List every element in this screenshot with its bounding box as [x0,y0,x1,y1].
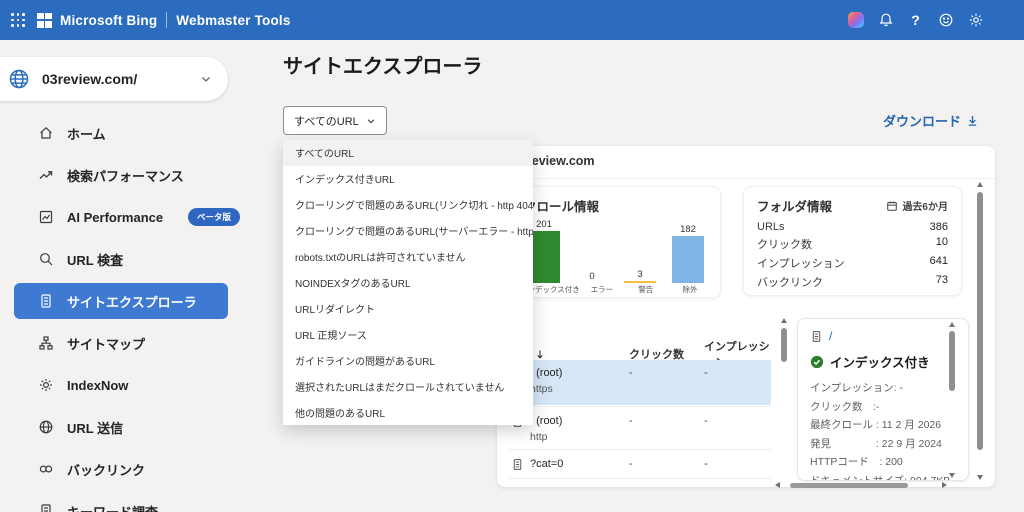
document-icon [38,503,54,512]
period-selector[interactable]: 過去6か月 [886,198,948,213]
table-row[interactable]: ?cat=0 - - [507,451,771,479]
dropdown-item[interactable]: クローリングで問題のあるURL(サーバーエラー - http 403、5xx) [283,218,533,244]
sidebar-nav: ホーム 検索パフォーマンス AI Performance ベータ版 URL 検査… [0,112,256,512]
document-icon [38,293,54,309]
url-filter-dropdown: すべてのURL インデックス付きURL クローリングで問題のあるURL(リンク切… [283,140,533,425]
divider [509,449,771,450]
bar-warning [624,281,656,283]
sidebar-item-site-explorer[interactable]: サイトエクスプローラ [14,283,228,319]
divider [497,178,995,179]
dropdown-item[interactable]: URL 正規ソース [283,321,533,347]
sidebar-item-home[interactable]: ホーム [0,112,256,154]
detail-panel-scrollbar[interactable] [949,322,955,478]
sidebar-item-indexnow[interactable]: IndexNow [0,364,256,406]
beta-badge: ベータ版 [188,208,240,226]
page-icon [511,458,524,471]
sidebar: 03review.com/ ホーム 検索パフォーマンス AI Performan… [0,40,256,512]
calendar-icon [886,200,898,212]
divider [509,478,771,479]
top-bar: Microsoft Bing Webmaster Tools ? [0,0,1024,40]
page-title: サイトエクスプローラ [283,50,482,79]
brand-title: Microsoft Bing [60,13,157,28]
sidebar-item-url-submission[interactable]: URL 送信 [0,406,256,448]
card-scrollbar[interactable] [977,182,983,480]
dropdown-item[interactable]: NOINDEXタグのあるURL [283,270,533,296]
detail-rows: インプレッション: - クリック数 :- 最終クロール : 11 2 月 202… [810,379,956,481]
link-icon [38,461,54,477]
app-launcher-icon[interactable] [11,13,25,27]
gear-icon [38,377,54,393]
sidebar-item-search-performance[interactable]: 検索パフォーマンス [0,154,256,196]
copilot-icon[interactable] [847,12,864,29]
chevron-down-icon [200,73,212,85]
topbar-divider [166,12,167,28]
help-icon[interactable]: ? [907,12,924,29]
chart-category-labels: インデックス付き エラー 警告 除外 [520,284,712,295]
folder-info-card: フォルダ情報 過去6か月 URLs386 クリック数10 インプレッション641… [743,186,962,296]
dropdown-item[interactable]: URLリダイレクト [283,295,533,321]
download-icon [966,114,979,127]
folder-stat-row: URLs386 [744,219,961,234]
trend-icon [38,167,54,183]
dropdown-item[interactable]: 他の問題のあるURL [283,399,533,425]
bar-excluded [672,236,704,283]
sidebar-item-keyword-research[interactable]: キーワード調査 [0,490,256,512]
site-explorer-card: 03review.com クロール情報 201 0 3 182 インデックス付き… [497,146,995,487]
site-name: 03review.com/ [42,71,137,87]
table-scrollbar[interactable] [781,318,787,480]
microsoft-logo [37,13,52,28]
globe-icon [38,419,54,435]
product-title: Webmaster Tools [176,13,290,28]
crawl-info-title: クロール情報 [524,196,599,215]
divider [509,406,771,407]
url-detail-panel: / インデックス付き インプレッション: - クリック数 :- 最終クロール :… [797,318,969,481]
settings-gear-icon[interactable] [967,12,984,29]
crawl-info-card: クロール情報 201 0 3 182 インデックス付き エラー 警告 除外 [509,186,721,298]
search-icon [38,251,54,267]
dropdown-item[interactable]: robots.txtのURLは許可されていません [283,244,533,270]
folder-info-title: フォルダ情報 [757,196,832,215]
folder-stat-row: クリック数10 [744,234,961,253]
page-icon [810,330,823,343]
sidebar-item-ai-performance[interactable]: AI Performance ベータ版 [0,196,256,238]
dropdown-item[interactable]: インデックス付きURL [283,166,533,192]
dropdown-item[interactable]: クローリングで問題のあるURL(リンク切れ - http 404-410) [283,192,533,218]
dropdown-item[interactable]: ガイドラインの問題があるURL [283,347,533,373]
feedback-smiley-icon[interactable] [937,12,954,29]
sidebar-item-url-inspection[interactable]: URL 検査 [0,238,256,280]
sitemap-icon [38,335,54,351]
folder-stat-row: バックリンク73 [744,272,961,291]
detail-url-link[interactable]: / [829,329,832,343]
check-circle-icon [810,355,824,369]
index-status: インデックス付き [830,352,930,371]
horizontal-scrollbar[interactable] [775,481,947,489]
bell-icon[interactable] [877,12,894,29]
dropdown-item[interactable]: 選択されたURLはまだクロールされていません [283,373,533,399]
folder-stat-row: インプレッション641 [744,253,961,272]
home-icon [38,125,54,141]
chart-image-icon [38,209,54,225]
globe-icon [8,68,30,90]
sidebar-item-backlinks[interactable]: バックリンク [0,448,256,490]
crawl-bar-chart: 201 0 3 182 [520,217,712,283]
sidebar-item-sitemaps[interactable]: サイトマップ [0,322,256,364]
table-row[interactable]: / (root)http - - [507,408,771,450]
chevron-down-icon [366,116,376,126]
download-link[interactable]: ダウンロード [883,111,979,130]
site-selector[interactable]: 03review.com/ [0,57,228,101]
table-row[interactable]: / (root)https - - [507,360,771,405]
url-filter-button[interactable]: すべてのURL [283,106,387,135]
dropdown-item[interactable]: すべてのURL [283,140,533,166]
sort-desc-icon [535,349,545,360]
